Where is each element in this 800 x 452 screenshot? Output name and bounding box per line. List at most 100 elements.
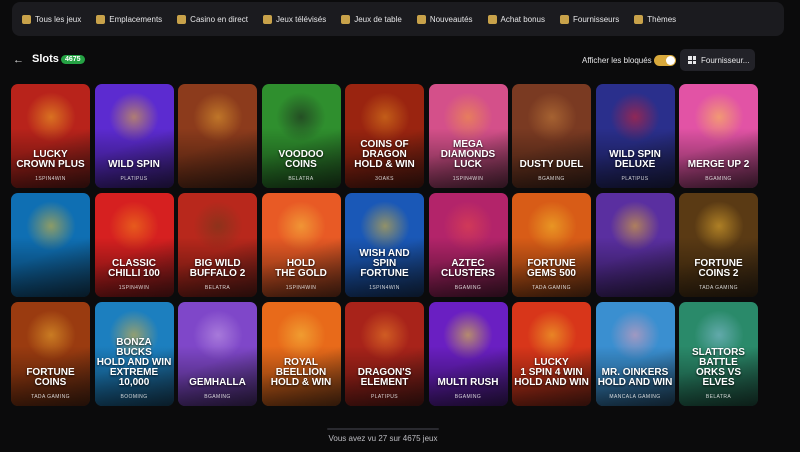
back-arrow-icon[interactable]: ← <box>13 54 24 66</box>
game-provider: BGAMING <box>454 285 482 291</box>
game-tile[interactable]: MULTI RUSH BGAMING <box>428 302 508 406</box>
game-title: BIG WILD BUFFALO 2 <box>189 258 246 279</box>
nav-item-1[interactable]: Emplacements <box>96 14 163 24</box>
game-provider: MANCALA GAMING <box>609 394 661 400</box>
nav-item-2[interactable]: Casino en direct <box>177 14 248 24</box>
game-tile[interactable]: MR. OINKERS HOLD AND WIN MANCALA GAMING <box>595 302 675 406</box>
nav-item-7[interactable]: Fournisseurs <box>560 14 619 24</box>
game-provider: BGAMING <box>538 176 565 182</box>
game-title: FORTUNE COINS <box>26 367 75 388</box>
cards-icon <box>22 14 31 24</box>
game-title: COINS OF DRAGON HOLD & WIN <box>354 139 415 170</box>
games-grid: LUCKY CROWN PLUS 1SPIN4WIN WILD SPIN PLATIP… <box>11 84 758 406</box>
game-title: WILD SPIN <box>108 159 160 170</box>
game-title: WILD SPIN DELUXE <box>609 149 661 170</box>
game-provider: TADA GAMING <box>532 285 571 291</box>
game-title: CLASSIC CHILLI 100 <box>108 258 160 279</box>
grid-icon <box>688 56 696 64</box>
game-title: LUCKY CROWN PLUS <box>16 149 85 170</box>
game-tile[interactable]: WILD SPIN DELUXE PLATIPUS <box>595 84 675 188</box>
nav-item-label: Emplacements <box>109 14 163 24</box>
game-tile[interactable]: HOLD THE GOLD 1SPIN4WIN <box>261 193 341 297</box>
dealer-icon <box>177 14 187 24</box>
nav-item-label: Jeux télévisés <box>275 14 327 24</box>
game-title: MEGA DIAMONDS LUCK <box>440 139 496 170</box>
game-tile[interactable]: COINS OF DRAGON HOLD & WIN 3OAKS <box>345 84 424 188</box>
nav-item-label: Thèmes <box>647 14 677 24</box>
game-provider: PLATIPUS <box>621 176 649 182</box>
game-title: MR. OINKERS HOLD AND WIN <box>597 367 673 388</box>
nav-item-5[interactable]: Nouveautés <box>416 14 473 24</box>
nav-item-label: Jeux de table <box>354 14 402 24</box>
game-tile[interactable]: MERGE UP 2 BGAMING <box>679 84 758 188</box>
game-tile[interactable]: BIG WILD BUFFALO 2 BELATRA <box>178 193 257 297</box>
game-provider: 1SPIN4WIN <box>369 285 400 291</box>
game-tile[interactable]: FORTUNE COINS TADA GAMING <box>11 302 90 406</box>
game-title: SLATTORS BATTLE ORKS VS ELVES <box>692 347 745 388</box>
game-provider: BGAMING <box>454 394 482 400</box>
games-seen-status: Vous avez vu 27 sur 4675 jeux <box>328 434 438 443</box>
nav-item-4[interactable]: Jeux de table <box>341 14 402 24</box>
game-provider: BELATRA <box>288 176 314 182</box>
nav-item-label: Achat bonus <box>500 14 546 24</box>
game-provider: TADA GAMING <box>699 285 738 291</box>
game-tile[interactable]: DRAGON'S ELEMENT PLATIPUS <box>345 302 424 406</box>
game-tile[interactable]: SLATTORS BATTLE ORKS VS ELVES BELATRA <box>679 302 758 406</box>
game-title: DUSTY DUEL <box>519 159 584 170</box>
game-title: VOODOO COINS <box>278 149 324 170</box>
nav-item-label: Tous les jeux <box>35 14 82 24</box>
game-tile[interactable]: BONZA BUCKS HOLD AND WIN EXTREME 10,000 B… <box>94 302 174 406</box>
game-count-badge: 4675 <box>61 55 85 64</box>
game-provider: PLATIPUS <box>370 394 398 400</box>
game-title: MULTI RUSH <box>437 377 499 388</box>
tv-icon <box>262 14 272 24</box>
bonus-icon <box>487 14 497 24</box>
tile-shade <box>178 127 257 188</box>
game-provider: BOOMING <box>120 394 148 400</box>
game-tile[interactable]: WISH AND SPIN FORTUNE 1SPIN4WIN <box>345 193 424 297</box>
game-title: BONZA BUCKS HOLD AND WIN EXTREME 10,000 <box>96 337 172 388</box>
section-header: ← Slots 4675 Afficher les bloqués Fourni… <box>0 46 800 74</box>
game-tile[interactable] <box>595 193 675 297</box>
game-tile[interactable]: GEMHALLA BGAMING <box>178 302 257 406</box>
game-tile[interactable]: VOODOO COINS BELATRA <box>261 84 341 188</box>
game-tile[interactable]: CLASSIC CHILLI 100 1SPIN4WIN <box>94 193 174 297</box>
game-title: AZTEC CLUSTERS <box>441 258 495 279</box>
game-provider: BELATRA <box>204 285 231 291</box>
game-provider: 1SPIN4WIN <box>452 176 484 182</box>
tile-shade <box>595 236 675 297</box>
nav-item-label: Casino en direct <box>190 14 248 24</box>
nav-item-3[interactable]: Jeux télévisés <box>262 14 327 24</box>
provider-filter-button[interactable]: Fournisseur... <box>680 49 755 71</box>
nav-item-8[interactable]: Thèmes <box>634 14 677 24</box>
game-tile[interactable]: ROYAL BEELLION HOLD & WIN <box>261 302 341 406</box>
game-tile[interactable]: FORTUNE GEMS 500 TADA GAMING <box>512 193 591 297</box>
game-tile[interactable]: FORTUNE COINS 2 TADA GAMING <box>679 193 758 297</box>
new-icon <box>416 14 426 24</box>
game-provider: PLATIPUS <box>120 176 148 182</box>
nav-item-6[interactable]: Achat bonus <box>487 14 546 24</box>
game-provider: 1SPIN4WIN <box>118 285 150 291</box>
provider-filter-label: Fournisseur... <box>701 55 750 65</box>
game-tile[interactable]: MEGA DIAMONDS LUCK 1SPIN4WIN <box>428 84 508 188</box>
game-title: FORTUNE GEMS 500 <box>527 258 576 279</box>
page-title: Slots <box>32 53 59 65</box>
game-tile[interactable] <box>11 193 90 297</box>
show-blocked-label: Afficher les bloqués <box>582 56 652 65</box>
game-tile[interactable]: WILD SPIN PLATIPUS <box>94 84 174 188</box>
game-tile[interactable]: LUCKY CROWN PLUS 1SPIN4WIN <box>11 84 90 188</box>
table-icon <box>341 14 351 24</box>
game-title: HOLD THE GOLD <box>275 258 327 279</box>
game-tile[interactable]: DUSTY DUEL BGAMING <box>512 84 591 188</box>
themes-icon <box>634 14 644 24</box>
nav-item-0[interactable]: Tous les jeux <box>22 14 82 24</box>
slot-icon <box>96 14 106 24</box>
game-title: GEMHALLA <box>189 377 246 388</box>
show-blocked-toggle[interactable] <box>654 55 676 66</box>
game-tile[interactable]: AZTEC CLUSTERS BGAMING <box>428 193 508 297</box>
game-provider: BELATRA <box>705 394 732 400</box>
tile-shade <box>11 236 90 297</box>
game-provider: TADA GAMING <box>31 394 70 400</box>
game-tile[interactable] <box>178 84 257 188</box>
game-tile[interactable]: LUCKY 1 SPIN 4 WIN HOLD AND WIN <box>512 302 591 406</box>
